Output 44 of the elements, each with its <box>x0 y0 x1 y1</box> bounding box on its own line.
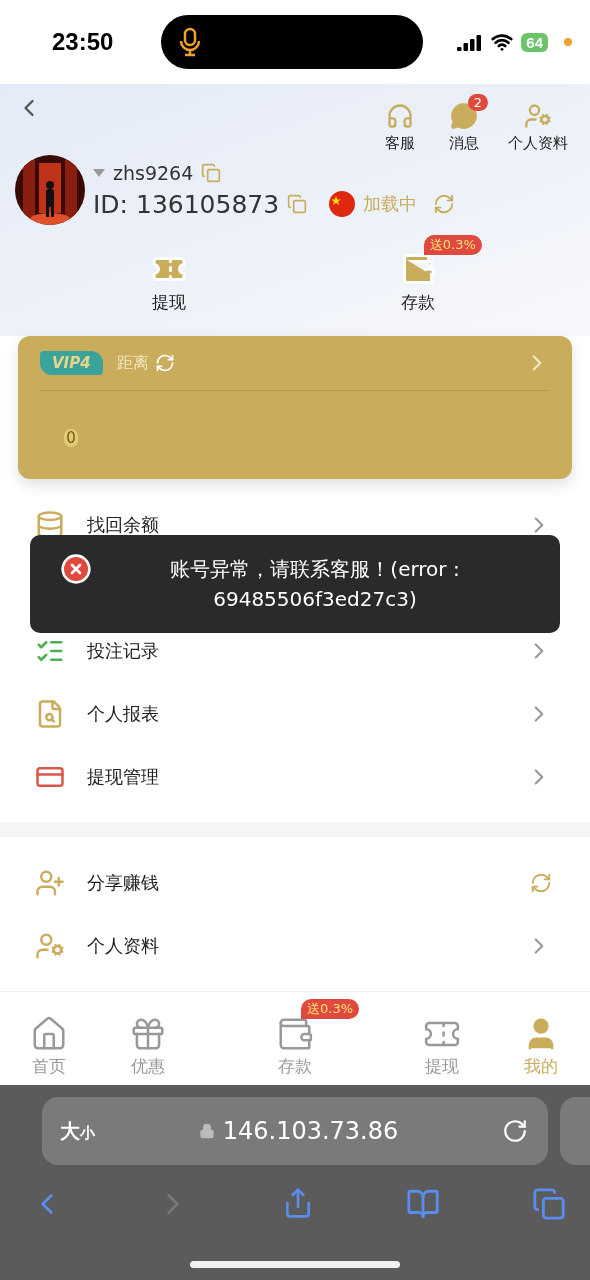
promo-badge: 送0.3% <box>423 235 482 256</box>
promo-badge: 送0.3% <box>301 999 359 1020</box>
next-tab-bar[interactable] <box>560 1097 590 1166</box>
vip-amount: 0 <box>64 429 78 448</box>
header-action[interactable]: 客服 <box>376 94 424 154</box>
menu-item[interactable]: 投注记录 <box>87 638 504 663</box>
battery-level: 64 <box>521 32 548 52</box>
wifi-icon <box>491 31 514 54</box>
address-bar[interactable]: 大小 146.103.73.86 <box>42 1097 548 1166</box>
toast-message: 账号异常，请联系客服！(error : 69485506f3ed27c3) <box>169 556 461 614</box>
header-action[interactable]: 2 消息 <box>440 94 488 154</box>
text-size-button[interactable]: 大小 <box>60 1117 95 1145</box>
refresh-icon <box>530 871 552 894</box>
dropdown-caret-icon <box>93 168 105 177</box>
tabs-icon[interactable] <box>532 1187 566 1222</box>
copy-icon[interactable] <box>287 194 308 215</box>
flag-icon <box>329 191 356 218</box>
user-id: ID: 136105873 <box>93 189 280 219</box>
signal-icon <box>457 33 484 52</box>
vip-badge: VIP4 <box>40 351 103 376</box>
copy-icon[interactable] <box>201 162 222 183</box>
menu-item[interactable]: 找回余额 <box>87 512 504 537</box>
menu-item[interactable]: 提现管理 <box>87 764 504 789</box>
username: zhs9264 <box>113 161 194 184</box>
user-gear-icon <box>524 102 552 131</box>
quick-action[interactable]: 提现 <box>103 235 236 315</box>
header-action[interactable]: 个人资料 <box>504 94 572 154</box>
address-text: 146.103.73.86 <box>222 1117 399 1146</box>
refresh-icon <box>154 353 175 374</box>
distance-label: 距离 <box>116 352 149 374</box>
quick-action[interactable]: 送0.3% 存款 <box>351 235 484 315</box>
menu-item[interactable]: 分享赚钱 <box>87 870 508 895</box>
menu-item[interactable]: 个人报表 <box>87 701 504 726</box>
privacy-dot <box>564 38 572 47</box>
microphone-icon <box>179 27 201 58</box>
status-time: 23:50 <box>52 28 115 57</box>
menu-item[interactable]: 个人资料 <box>87 933 504 958</box>
region-status: 加载中 <box>363 192 418 217</box>
lock-icon <box>198 1123 215 1140</box>
reload-icon[interactable] <box>502 1118 528 1145</box>
count-badge: 2 <box>467 94 488 112</box>
refresh-icon[interactable] <box>433 193 456 216</box>
close-icon <box>60 553 92 586</box>
headset-icon <box>386 102 414 131</box>
